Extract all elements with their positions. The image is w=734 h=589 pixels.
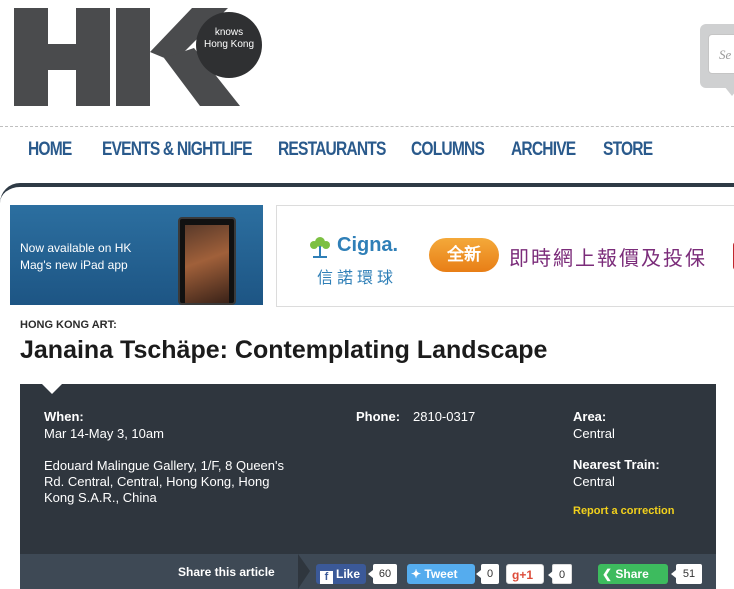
nearest-train-value: Central (573, 474, 615, 489)
cigna-brand-name: Cigna. (337, 234, 399, 256)
info-panel-notch (42, 384, 62, 394)
cigna-ad-banner[interactable]: Cigna. 信諾環球 全新 即時網上報價及投保 (276, 205, 734, 307)
share-count: 51 (671, 564, 702, 584)
google-plus-button[interactable]: g+1 (506, 564, 544, 584)
badge-line-1: knows (214, 27, 244, 38)
share-icon: ❮ (602, 567, 616, 581)
nav-archive[interactable]: ARCHIVE (511, 139, 588, 161)
tweet-label: Tweet (424, 567, 458, 581)
facebook-like-label: Like (336, 567, 361, 581)
cigna-chinese-name: 信諾環球 (317, 270, 398, 287)
nav-events-nightlife[interactable]: EVENTS & NIGHTLIFE (102, 139, 253, 161)
facebook-like-button[interactable]: f Like (316, 564, 366, 584)
header-divider (0, 126, 734, 127)
main-nav: HOME EVENTS & NIGHTLIFE RESTAURANTS COLU… (28, 134, 671, 166)
phone-value: 2810-0317 (413, 409, 476, 424)
share-label: Share this article (178, 565, 275, 579)
article-title: Janaina Tschäpe: Contemplating Landscape (20, 336, 548, 364)
nearest-train-label: Nearest Train: (573, 457, 660, 472)
venue-address-line-1: Edouard Malingue Gallery, 1/F, 8 Queen's (44, 458, 284, 473)
report-correction-link[interactable]: Report a correction (573, 505, 674, 517)
nav-home[interactable]: HOME (28, 139, 90, 161)
tweet-count: 0 (476, 564, 499, 584)
ipad-ad-text: Now available on HK Mag's new iPad app (20, 240, 131, 274)
nav-restaurants[interactable]: RESTAURANTS (278, 139, 389, 161)
share-button[interactable]: ❮ Share (598, 564, 668, 584)
facebook-icon: f (320, 571, 333, 584)
badge-line-2: Hong Kong (203, 39, 255, 50)
when-label: When: (44, 409, 84, 424)
ipad-app-ad[interactable]: Now available on HK Mag's new iPad app (10, 205, 263, 305)
tweet-button[interactable]: ✦ Tweet (407, 564, 475, 584)
cigna-tree-icon (310, 237, 330, 258)
facebook-like-count: 60 (368, 564, 397, 584)
nav-columns[interactable]: COLUMNS (411, 139, 495, 161)
article-kicker: HONG KONG ART: (20, 319, 117, 331)
nav-store[interactable]: STORE (603, 139, 660, 161)
twitter-bird-icon: ✦ (411, 567, 425, 581)
cigna-slogan: 即時網上報價及投保 (509, 248, 707, 270)
google-plus-count: 0 (548, 564, 572, 584)
search-tail-icon (724, 86, 734, 96)
ipad-device-image (178, 217, 236, 305)
area-value: Central (573, 426, 615, 441)
ipad-screen-photo (185, 225, 229, 303)
phone-label: Phone: (356, 409, 401, 424)
share-bar-arrow (298, 554, 310, 589)
area-label: Area: (573, 409, 607, 424)
ipad-ad-line-1: Now available on HK (20, 241, 132, 255)
cigna-new-badge: 全新 (429, 238, 499, 272)
search-input[interactable]: Se (708, 34, 734, 74)
ipad-ad-line-2: Mag's new iPad app (20, 258, 128, 272)
venue-address-line-2: Rd. Central, Central, Hong Kong, Hong (44, 474, 270, 489)
search-container: Se (700, 24, 734, 88)
knows-hong-kong-badge: knows Hong Kong (196, 12, 262, 78)
share-button-label: Share (615, 567, 649, 581)
when-value: Mar 14-May 3, 10am (44, 426, 164, 441)
venue-address-line-3: Kong S.A.R., China (44, 490, 157, 505)
google-plus-label: g+1 (512, 568, 534, 582)
